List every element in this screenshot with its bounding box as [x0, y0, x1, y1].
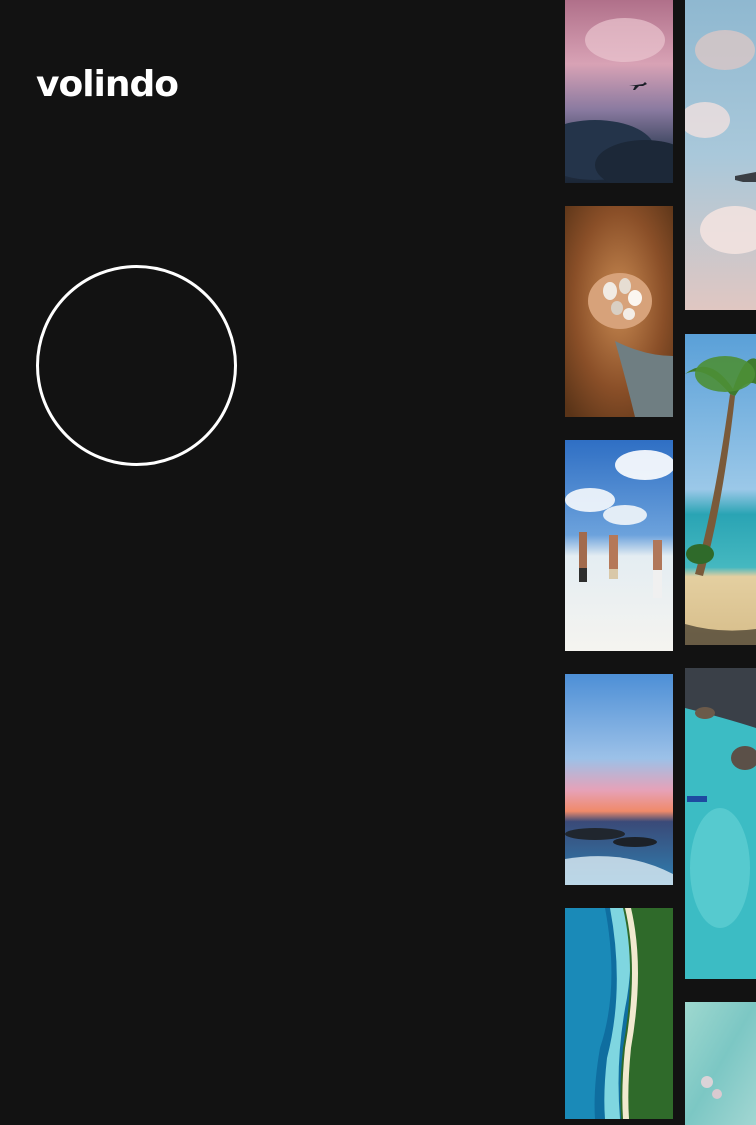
blurred-teal-photo — [685, 1002, 756, 1125]
seashells-hand-photo — [565, 206, 673, 417]
aerial-coast-photo — [565, 908, 673, 1119]
aerial-reef-photo — [685, 668, 756, 979]
loading-circle-icon — [36, 265, 237, 466]
palm-beach-photo — [685, 334, 756, 645]
volindo-logo[interactable]: volindo — [36, 58, 179, 112]
airplane-sky-photo — [565, 0, 673, 183]
logo-text: volindo — [36, 64, 179, 105]
people-jumping-beach-photo — [565, 440, 673, 651]
airplane-clouds-photo — [685, 0, 756, 310]
sunset-ocean-photo — [565, 674, 673, 885]
